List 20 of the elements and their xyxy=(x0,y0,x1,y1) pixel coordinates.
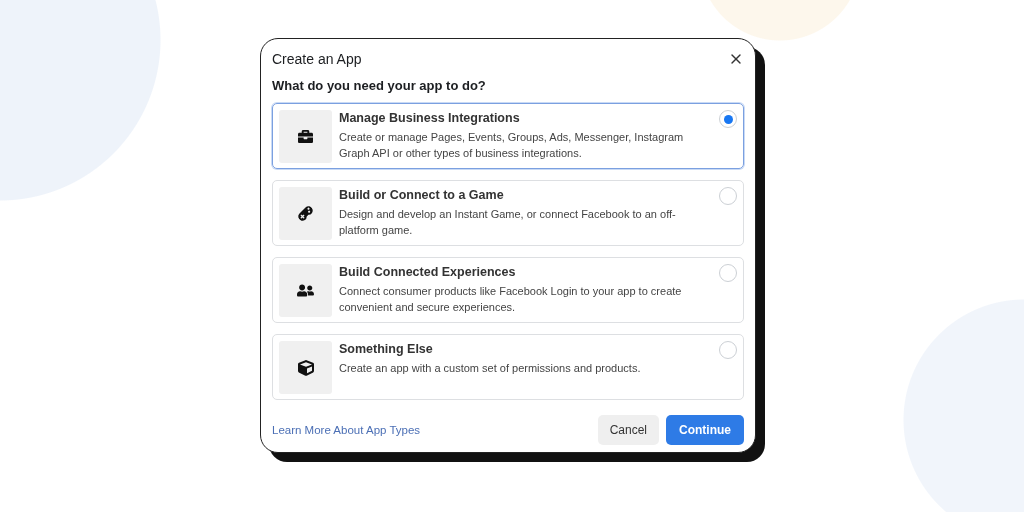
dialog-title: Create an App xyxy=(272,51,362,67)
people-icon xyxy=(297,282,314,299)
app-type-option[interactable]: Manage Business Integrations Create or manage Pages, Events, Groups, Ads, Messenger, Instagram Graph API or other types of business integrations. xyxy=(272,103,744,169)
option-title: Build Connected Experiences xyxy=(339,265,517,279)
option-title: Build or Connect to a Game xyxy=(339,188,505,202)
option-description: Create or manage Pages, Events, Groups, Ads, Messenger, Instagram Graph API or other types of business integrations. xyxy=(339,130,685,161)
cube-icon xyxy=(297,359,314,376)
app-type-option[interactable]: Build Connected Experiences Connect consumer products like Facebook Login to your app to create convenient and secure experiences. xyxy=(272,257,744,323)
briefcase-icon xyxy=(298,129,313,144)
app-type-option[interactable]: Something Else Create an app with a custom set of permissions and products. xyxy=(272,334,744,400)
option-description: Design and develop an Instant Game, or connect Facebook to an off-platform game. xyxy=(339,207,677,238)
option-description: Create an app with a custom set of permissions and products. xyxy=(339,361,642,376)
cancel-button[interactable]: Cancel xyxy=(597,415,659,445)
learn-more-link[interactable]: Learn More About App Types xyxy=(272,424,421,436)
question-text: What do you need your app to do? xyxy=(272,78,487,93)
option-title: Something Else xyxy=(339,342,434,356)
continue-button[interactable]: Continue xyxy=(666,415,744,445)
option-title: Manage Business Integrations xyxy=(339,111,521,125)
option-description: Connect consumer products like Facebook Login to your app to create convenient and secure experiences. xyxy=(339,284,683,315)
app-type-option[interactable]: Build or Connect to a Game Design and develop an Instant Game, or connect Facebook to an off-platform game. xyxy=(272,180,744,246)
